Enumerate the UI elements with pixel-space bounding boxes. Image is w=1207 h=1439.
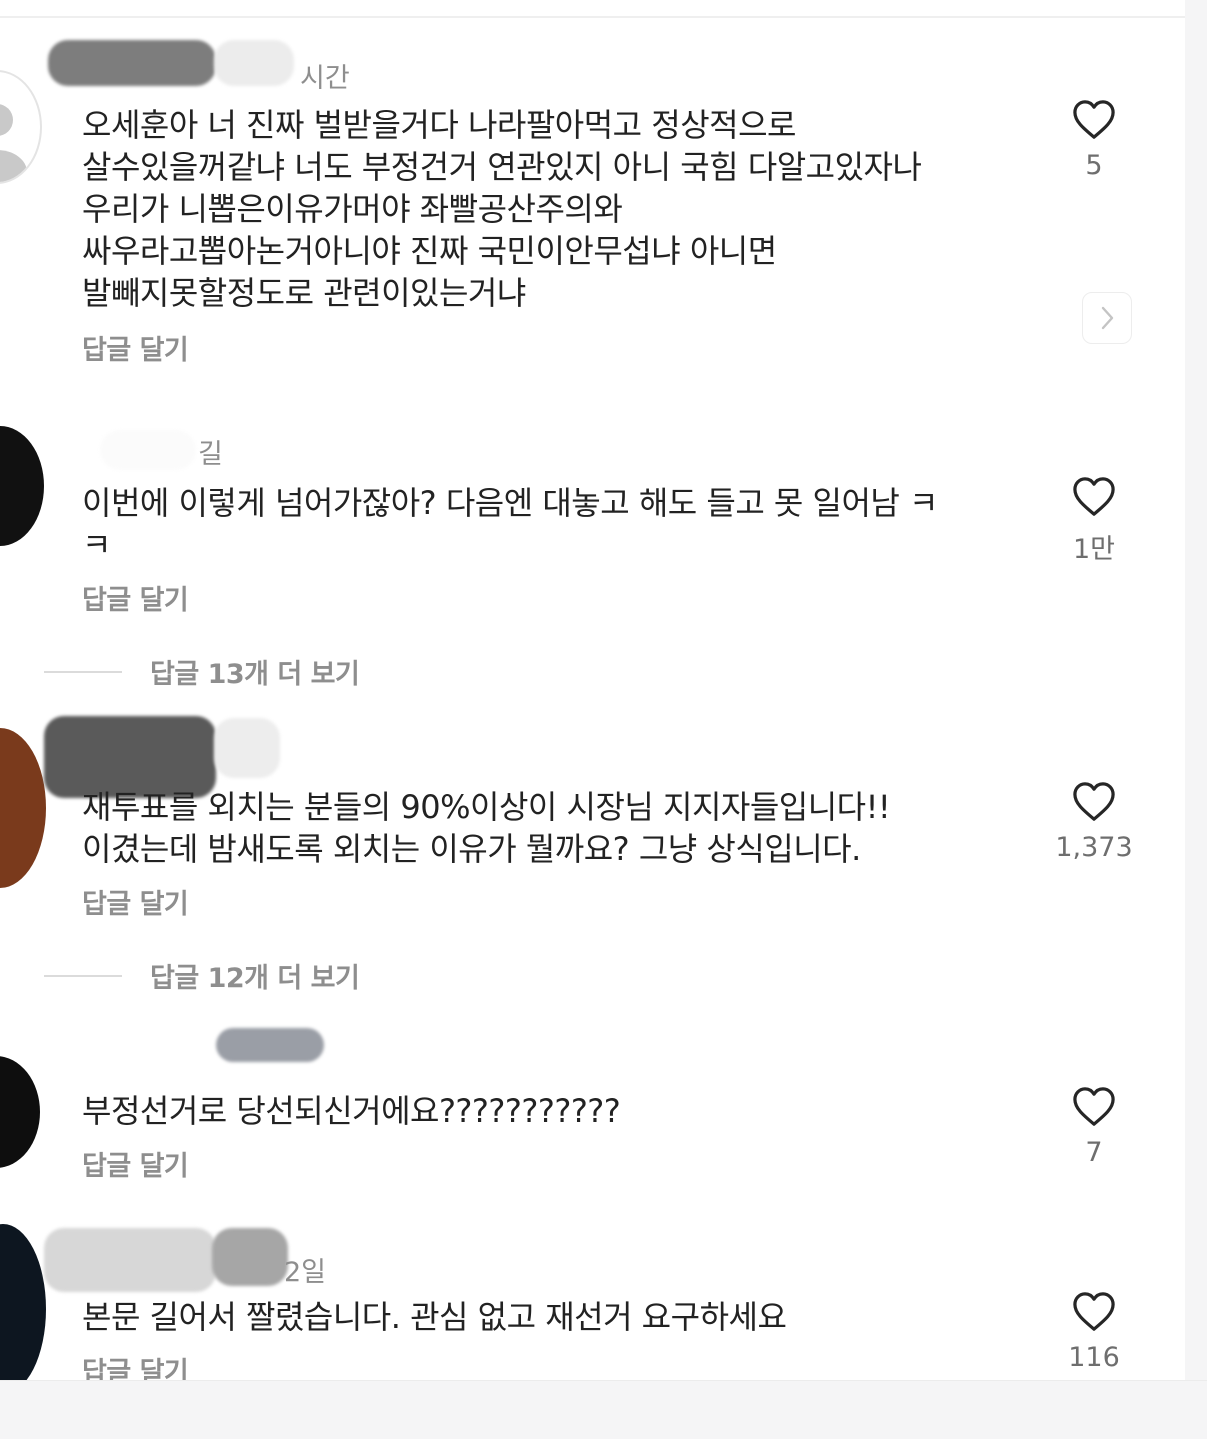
username-redaction — [100, 430, 196, 470]
heart-outline-icon[interactable] — [1071, 98, 1117, 140]
avatar[interactable] — [0, 70, 42, 184]
heart-outline-icon[interactable] — [1071, 780, 1117, 822]
avatar[interactable] — [0, 426, 44, 546]
heart-outline-icon[interactable] — [1071, 1085, 1117, 1127]
comment-timestamp: 시간 — [300, 63, 350, 94]
avatar[interactable] — [0, 728, 46, 888]
next-button[interactable] — [1082, 292, 1132, 344]
like-control: 1,373 — [1055, 780, 1133, 863]
heart-outline-icon[interactable] — [1071, 1290, 1117, 1332]
top-divider — [0, 16, 1185, 18]
comment-text: 오세훈아 너 진짜 벌받을거다 나라팔아먹고 정상적으로 살수있을꺼같냐 너도 … — [82, 106, 922, 312]
reply-button[interactable]: 답글 달기 — [82, 328, 189, 367]
like-control: 116 — [1055, 1290, 1133, 1373]
like-count: 7 — [1085, 1137, 1103, 1168]
right-gutter — [1185, 0, 1207, 1438]
like-count: 1만 — [1072, 534, 1116, 565]
comment-text: 부정선거로 당선되신거에요??????????? — [82, 1092, 621, 1130]
like-control: 7 — [1055, 1085, 1133, 1168]
replies-divider — [44, 975, 122, 977]
reply-button[interactable]: 답글 달기 — [82, 578, 189, 617]
reply-button[interactable]: 답글 달기 — [82, 1144, 189, 1183]
comment-text: 이번에 이렇게 넘어가잖아? 다음엔 대놓고 해도 들고 못 일어남 ㅋ ㅋ — [82, 484, 938, 564]
like-control: 1만 — [1055, 475, 1133, 566]
comment-text: 재투표를 외치는 분들의 90%이상이 시장님 지지자들입니다!! 이겼는데 밤… — [82, 788, 891, 868]
avatar[interactable] — [0, 1056, 40, 1168]
view-more-replies[interactable]: 답글 12개 더 보기 — [0, 956, 600, 996]
chevron-right-icon — [1101, 306, 1114, 330]
username-redaction — [214, 718, 280, 778]
view-more-replies-label[interactable]: 답글 13개 더 보기 — [150, 652, 360, 691]
default-avatar-icon — [0, 104, 27, 182]
username-redaction — [48, 40, 216, 86]
heart-outline-icon[interactable] — [1071, 475, 1117, 517]
comment-text: 본문 길어서 짤렸습니다. 관심 없고 재선거 요구하세요 — [82, 1298, 787, 1336]
like-count: 116 — [1068, 1342, 1120, 1373]
comment-timestamp: 길 — [198, 439, 223, 470]
like-count: 5 — [1085, 150, 1103, 181]
avatar[interactable] — [0, 1224, 46, 1394]
username-redaction — [214, 40, 294, 86]
bottom-bar — [0, 1380, 1207, 1439]
view-more-replies[interactable]: 답글 13개 더 보기 — [0, 652, 600, 692]
reply-button[interactable]: 답글 달기 — [82, 882, 189, 921]
username-redaction — [212, 1228, 288, 1286]
comment-timestamp: 2일 — [284, 1257, 327, 1288]
replies-divider — [44, 671, 122, 673]
username-redaction — [44, 1228, 216, 1292]
username-redaction — [216, 1028, 324, 1062]
like-count: 1,373 — [1055, 832, 1133, 863]
view-more-replies-label[interactable]: 답글 12개 더 보기 — [150, 956, 360, 995]
like-control: 5 — [1055, 98, 1133, 181]
